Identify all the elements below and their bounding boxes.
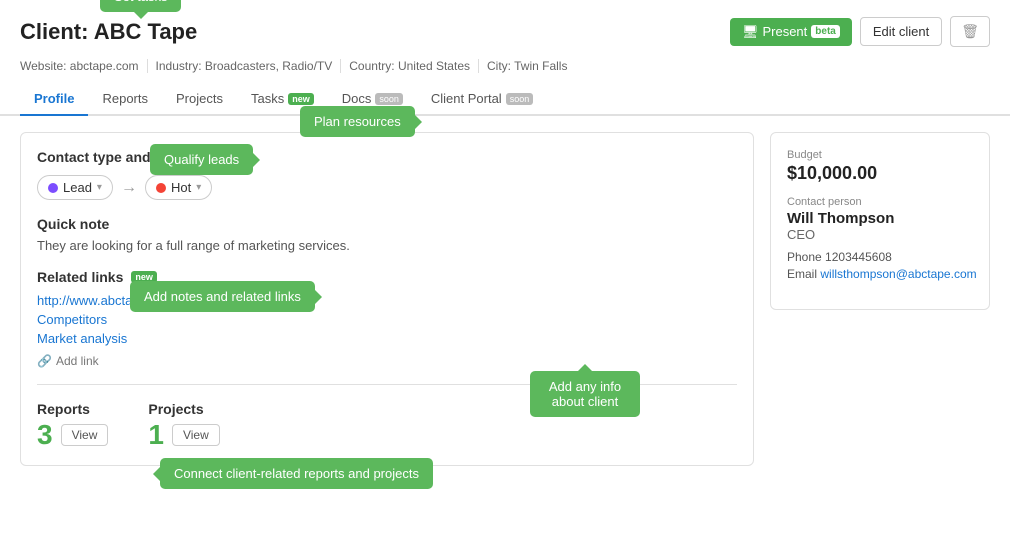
related-links-header: Related links new xyxy=(37,269,737,285)
header-actions: 🖥 Present beta Edit client 🗑 xyxy=(730,16,990,47)
email-detail: Email willsthompson@abctape.com xyxy=(787,267,973,281)
arrow-right-icon: → xyxy=(121,179,137,197)
reports-section: Reports 3 View xyxy=(37,401,108,449)
link-icon: 🔗 xyxy=(37,354,52,368)
contact-name: Will Thompson xyxy=(787,210,973,227)
meta-website: Website: abctape.com xyxy=(20,59,148,73)
add-link-button[interactable]: 🔗 Add link xyxy=(37,354,737,368)
contact-type-title: Contact type and Status xyxy=(37,149,737,165)
phone-detail: Phone 1203445608 xyxy=(787,250,973,264)
status-chevron: ▾ xyxy=(196,182,201,193)
portal-soon-badge: soon xyxy=(506,93,534,105)
email-link[interactable]: willsthompson@abctape.com xyxy=(820,267,976,281)
beta-badge: beta xyxy=(811,25,840,38)
right-panel: Budget $10,000.00 Contact person Will Th… xyxy=(770,132,990,466)
projects-title: Projects xyxy=(148,401,219,417)
delete-button[interactable]: 🗑 xyxy=(950,16,990,47)
related-links-new-badge: new xyxy=(131,271,157,283)
reports-title: Reports xyxy=(37,401,108,417)
page-title: Client: ABC Tape xyxy=(20,19,197,45)
projects-section: Projects 1 View xyxy=(148,401,219,449)
budget-value: $10,000.00 xyxy=(787,163,973,184)
link-item-1[interactable]: http://www.abctape.com/ xyxy=(37,293,737,308)
left-panel: Contact type and Status Lead ▾ → Hot ▾ xyxy=(20,132,754,466)
contact-role: CEO xyxy=(787,227,973,242)
budget-label: Budget xyxy=(787,149,973,161)
tab-reports[interactable]: Reports xyxy=(88,83,162,116)
meta-city: City: Twin Falls xyxy=(487,59,575,73)
divider xyxy=(37,384,737,385)
budget-section: Budget $10,000.00 xyxy=(787,149,973,184)
tab-docs[interactable]: Docs soon xyxy=(328,83,417,116)
tab-client-portal[interactable]: Client Portal soon xyxy=(417,83,547,116)
projects-count: 1 xyxy=(148,421,164,449)
meta-country: Country: United States xyxy=(349,59,479,73)
type-label: Lead xyxy=(63,180,92,195)
link-item-2[interactable]: Competitors xyxy=(37,312,737,327)
reports-view-button[interactable]: View xyxy=(61,424,109,446)
bottom-row: Reports 3 View Projects 1 View xyxy=(37,401,737,449)
status-row: Lead ▾ → Hot ▾ xyxy=(37,175,737,200)
status-dot xyxy=(156,183,166,193)
contact-person-label: Contact person xyxy=(787,196,973,208)
present-button[interactable]: 🖥 Present beta xyxy=(730,18,852,46)
present-label: Present xyxy=(762,24,807,39)
contact-person-section: Contact person Will Thompson CEO Phone 1… xyxy=(787,196,973,281)
type-chevron: ▾ xyxy=(97,182,102,193)
quick-note-text: They are looking for a full range of mar… xyxy=(37,238,737,253)
meta-info: Website: abctape.com Industry: Broadcast… xyxy=(0,55,1010,83)
reports-count-row: 3 View xyxy=(37,421,108,449)
meta-industry: Industry: Broadcasters, Radio/TV xyxy=(156,59,342,73)
type-select[interactable]: Lead ▾ xyxy=(37,175,113,200)
projects-count-row: 1 View xyxy=(148,421,219,449)
link-item-3[interactable]: Market analysis xyxy=(37,331,737,346)
docs-soon-badge: soon xyxy=(375,93,403,105)
related-links-title: Related links xyxy=(37,269,123,285)
quick-note-title: Quick note xyxy=(37,216,737,232)
page-header: Client: ABC Tape 🖥 Present beta Edit cli… xyxy=(0,0,1010,55)
edit-client-button[interactable]: Edit client xyxy=(860,17,942,46)
monitor-icon: 🖥 xyxy=(742,24,759,40)
info-card: Budget $10,000.00 Contact person Will Th… xyxy=(770,132,990,310)
status-select[interactable]: Hot ▾ xyxy=(145,175,212,200)
tab-tasks[interactable]: Tasks new xyxy=(237,83,328,116)
projects-view-button[interactable]: View xyxy=(172,424,220,446)
profile-card: Contact type and Status Lead ▾ → Hot ▾ xyxy=(20,132,754,466)
type-dot xyxy=(48,183,58,193)
tasks-new-badge: new xyxy=(288,93,314,105)
main-content: Contact type and Status Lead ▾ → Hot ▾ xyxy=(0,116,1010,482)
reports-count: 3 xyxy=(37,421,53,449)
status-label: Hot xyxy=(171,180,191,195)
tab-projects[interactable]: Projects xyxy=(162,83,237,116)
tabs-bar: Profile Reports Projects Tasks new Docs … xyxy=(0,83,1010,116)
tab-profile[interactable]: Profile xyxy=(20,83,88,116)
